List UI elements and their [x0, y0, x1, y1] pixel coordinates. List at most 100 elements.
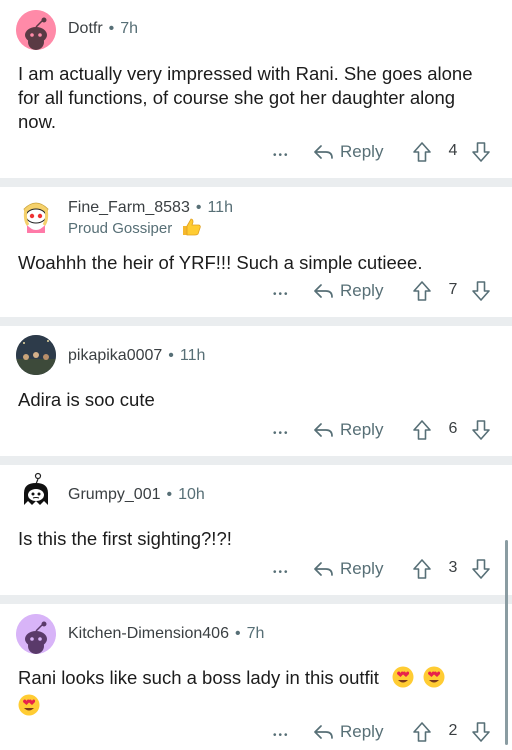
upvote-button[interactable]: [412, 280, 432, 307]
separator-dot: •: [195, 199, 202, 216]
separator-dot: •: [108, 20, 115, 37]
vote-count: 6: [448, 420, 458, 437]
reply-button[interactable]: Reply: [314, 720, 383, 744]
avatar[interactable]: [16, 614, 56, 654]
comment-actions: ••• Reply 6: [0, 418, 512, 442]
user-flair: Proud Gossiper: [68, 218, 202, 237]
reply-arrow-icon: [314, 423, 333, 437]
vote-count: 4: [448, 142, 458, 159]
avatar[interactable]: [16, 10, 56, 50]
snoo-avatar-icon: [16, 471, 56, 511]
heart-eyes-emoji-icon: [423, 666, 445, 688]
comment-divider: [0, 595, 512, 604]
comment-text-content: Rani looks like such a boss lady in this…: [18, 667, 379, 688]
more-options-button[interactable]: •••: [273, 563, 290, 583]
avatar[interactable]: [16, 471, 56, 511]
reply-label: Reply: [340, 559, 384, 578]
comment-5: Kitchen-Dimension406 • 7h Rani looks like …: [0, 604, 512, 750]
timestamp: 7h: [120, 20, 139, 37]
more-options-button[interactable]: •••: [273, 285, 290, 305]
upvote-arrow-icon: [413, 142, 431, 162]
comment-meta: Dotfr • 7h: [68, 20, 138, 38]
flair-text: Proud Gossiper: [68, 220, 173, 237]
downvote-button[interactable]: [471, 558, 491, 585]
comment-4: Grumpy_001 • 10h Is this the first sightin…: [0, 465, 512, 595]
photo-avatar-icon: [16, 335, 56, 375]
snoo-avatar-icon: [16, 614, 56, 654]
upvote-arrow-icon: [413, 281, 431, 301]
reply-label: Reply: [340, 722, 384, 741]
vote-count: 7: [448, 281, 458, 298]
comment-divider: [0, 456, 512, 465]
username[interactable]: Fine_Farm_8583: [68, 199, 190, 216]
heart-eyes-emoji-icon: [18, 694, 40, 716]
comment-meta: Grumpy_001 • 10h: [68, 486, 205, 504]
comment-text: I am actually very impressed with Rani. …: [18, 63, 473, 132]
downvote-button[interactable]: [471, 721, 491, 748]
comment-text: Is this the first sighting?!?!: [18, 528, 232, 549]
thumbs-up-emoji-icon: [183, 218, 202, 236]
reply-button[interactable]: Reply: [314, 279, 383, 303]
upvote-button[interactable]: [412, 558, 432, 585]
reply-label: Reply: [340, 420, 384, 439]
comment-1: Dotfr • 7h I am actually very impressed wi…: [0, 0, 512, 178]
downvote-button[interactable]: [471, 280, 491, 307]
upvote-arrow-icon: [413, 722, 431, 742]
reply-arrow-icon: [314, 725, 333, 739]
timestamp: 11h: [179, 347, 206, 364]
upvote-button[interactable]: [412, 721, 432, 748]
heart-eyes-emoji-icon: [392, 666, 414, 688]
avatar[interactable]: [16, 335, 56, 375]
timestamp: 7h: [246, 625, 265, 642]
reply-button[interactable]: Reply: [314, 140, 383, 164]
reply-label: Reply: [340, 142, 384, 161]
comment-divider: [0, 178, 512, 187]
more-options-button[interactable]: •••: [273, 726, 290, 746]
comment-text: Adira is soo cute: [18, 389, 155, 410]
comment-2: Fine_Farm_8583 • 11h Proud Gossiper Woahhh…: [0, 187, 512, 317]
snoo-avatar-icon: [16, 10, 56, 50]
username[interactable]: Kitchen-Dimension406: [68, 625, 229, 642]
comment-meta: Fine_Farm_8583 • 11h: [68, 199, 233, 217]
more-options-button[interactable]: •••: [273, 424, 290, 444]
comment-text: Woahhh the heir of YRF!!! Such a simple …: [18, 252, 423, 273]
upvote-button[interactable]: [412, 141, 432, 168]
comment-3: pikapika0007 • 11h Adira is soo cute ••• R…: [0, 326, 512, 456]
downvote-arrow-icon: [472, 281, 490, 301]
comment-meta: Kitchen-Dimension406 • 7h: [68, 625, 264, 643]
reply-button[interactable]: Reply: [314, 418, 383, 442]
upvote-button[interactable]: [412, 419, 432, 446]
reply-arrow-icon: [314, 145, 333, 159]
more-options-button[interactable]: •••: [273, 146, 290, 166]
vote-count: 2: [448, 722, 458, 739]
upvote-arrow-icon: [413, 420, 431, 440]
timestamp: 10h: [178, 486, 205, 503]
separator-dot: •: [168, 347, 174, 364]
comment-actions: ••• Reply 7: [0, 279, 512, 303]
comment-actions: ••• Reply 3: [0, 557, 512, 581]
comment-meta: pikapika0007 • 11h: [68, 347, 205, 365]
downvote-button[interactable]: [471, 419, 491, 446]
separator-dot: •: [166, 486, 173, 503]
username[interactable]: Grumpy_001: [68, 486, 161, 503]
comment-actions: ••• Reply 4: [0, 140, 512, 164]
scrollbar[interactable]: [505, 540, 508, 745]
downvote-button[interactable]: [471, 141, 491, 168]
reply-label: Reply: [340, 281, 384, 300]
downvote-arrow-icon: [472, 722, 490, 742]
reply-button[interactable]: Reply: [314, 557, 383, 581]
upvote-arrow-icon: [413, 559, 431, 579]
comment-text: Rani looks like such a boss lady in this…: [18, 666, 482, 718]
avatar[interactable]: [16, 195, 56, 235]
snoo-avatar-icon: [16, 195, 56, 235]
username[interactable]: pikapika0007: [68, 347, 162, 364]
separator-dot: •: [234, 625, 241, 642]
comment-divider: [0, 317, 512, 326]
downvote-arrow-icon: [472, 420, 490, 440]
reply-arrow-icon: [314, 284, 333, 298]
downvote-arrow-icon: [472, 142, 490, 162]
username[interactable]: Dotfr: [68, 20, 103, 37]
reply-arrow-icon: [314, 562, 333, 576]
timestamp: 11h: [207, 199, 233, 216]
downvote-arrow-icon: [472, 559, 490, 579]
